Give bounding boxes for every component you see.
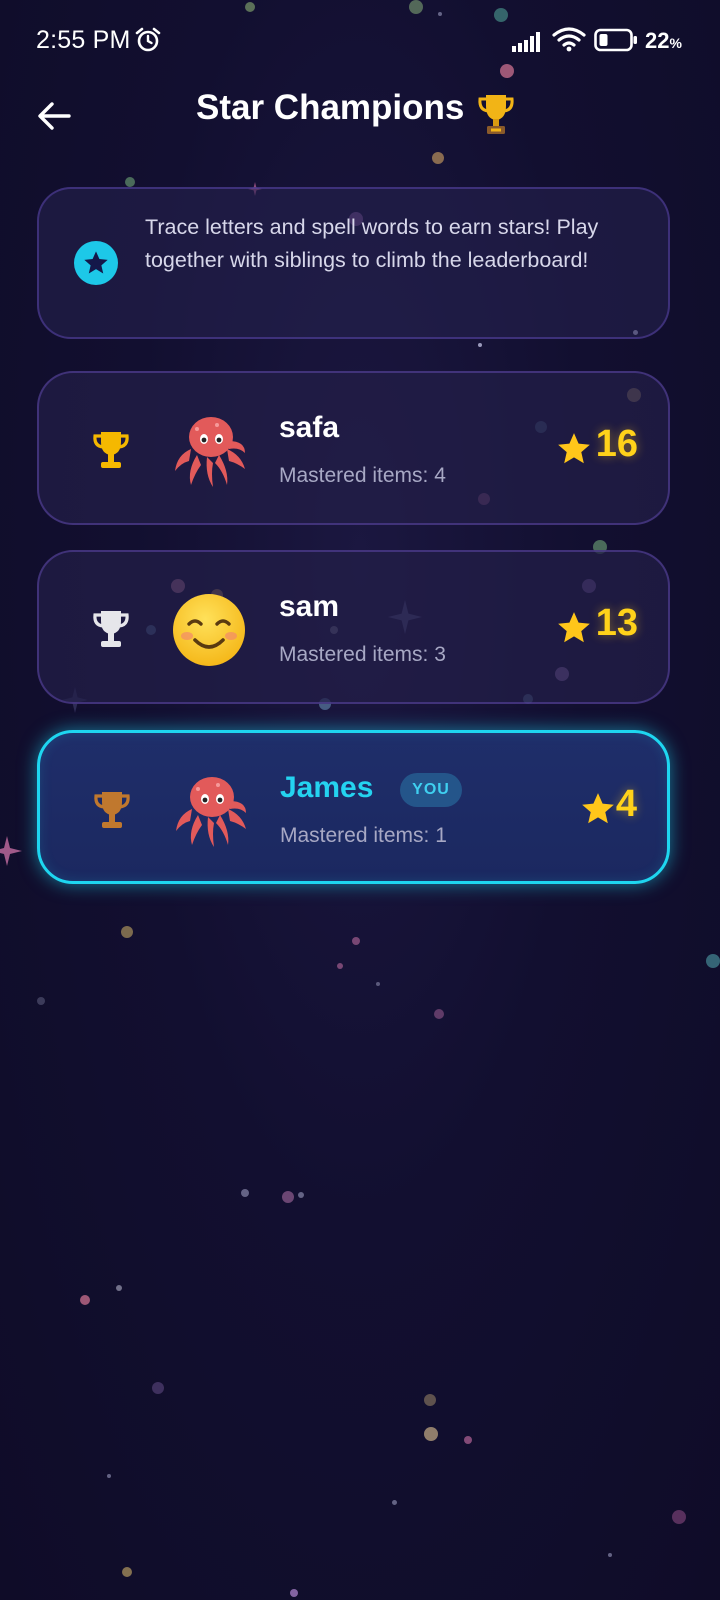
smiling-face-avatar [173, 594, 245, 666]
trophy-icon [478, 95, 514, 134]
mastered-items: Mastered items: 1 [280, 824, 447, 847]
back-button[interactable] [30, 92, 78, 140]
status-bar: 2:55 PM 22% [0, 0, 720, 80]
octopus-avatar [175, 417, 245, 487]
star-icon [582, 793, 614, 824]
battery-icon [594, 28, 637, 52]
star-icon [558, 433, 590, 464]
star-count: 16 [595, 423, 638, 465]
leaderboard-row-current-user: James YOU Mastered items: 1 4 [37, 730, 670, 884]
gold-trophy-icon [93, 432, 129, 468]
you-badge: YOU [400, 773, 462, 807]
player-name: James [280, 771, 374, 804]
silver-trophy-icon [93, 611, 129, 647]
star-count: 4 [615, 783, 637, 825]
player-name: safa [279, 411, 340, 444]
star-icon [558, 612, 590, 643]
battery-level: 22% [645, 28, 682, 53]
leaderboard-row: safa Mastered items: 4 16 [37, 371, 670, 525]
leaderboard-row: sam Mastered items: 3 13 [37, 550, 670, 704]
mastered-items: Mastered items: 3 [279, 643, 446, 666]
star-badge-icon [74, 241, 118, 285]
wifi-icon [552, 27, 586, 52]
signal-icon [512, 32, 540, 52]
status-time: 2:55 PM [36, 26, 131, 54]
info-card: Trace letters and spell words to earn st… [37, 187, 670, 339]
mastered-items: Mastered items: 4 [279, 464, 446, 487]
info-text: Trace letters and spell words to earn st… [145, 215, 599, 272]
page-title: Star Champions [196, 88, 465, 127]
bronze-trophy-icon [94, 792, 130, 828]
alarm-icon [135, 27, 161, 52]
octopus-avatar [176, 777, 246, 847]
player-name: sam [279, 590, 340, 623]
star-count: 13 [595, 602, 638, 644]
arrow-left-icon [38, 102, 71, 130]
